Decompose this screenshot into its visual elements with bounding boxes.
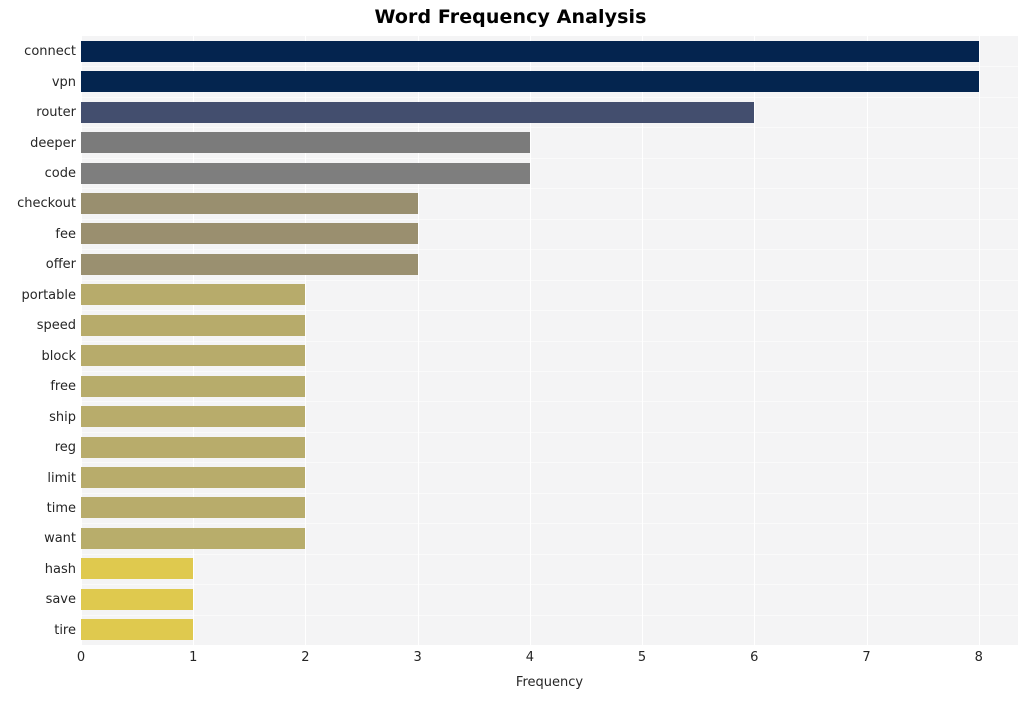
bar-want <box>81 527 306 549</box>
bar-offer <box>81 253 418 275</box>
y-tick-label-portable: portable <box>21 287 76 303</box>
bar-fee <box>81 223 418 245</box>
gridline-vertical-5 <box>642 36 644 645</box>
gridline-vertical-1 <box>193 36 195 645</box>
gridline-vertical-0 <box>81 36 82 645</box>
gridline-horizontal <box>81 66 1018 68</box>
y-tick-label-code: code <box>44 166 76 182</box>
bar-portable <box>81 284 306 306</box>
gridline-horizontal <box>81 249 1018 251</box>
x-tick-label-2: 2 <box>301 650 310 665</box>
y-tick-label-router: router <box>36 105 76 121</box>
bar-router <box>81 101 755 123</box>
gridline-horizontal <box>81 340 1018 342</box>
y-tick-label-deeper: deeper <box>30 135 76 151</box>
gridline-horizontal <box>81 431 1018 433</box>
y-tick-label-save: save <box>45 592 76 608</box>
x-tick-label-4: 4 <box>525 650 534 665</box>
gridline-horizontal <box>81 127 1018 129</box>
bar-block <box>81 345 306 367</box>
y-tick-label-fee: fee <box>55 226 76 242</box>
bar-ship <box>81 406 306 428</box>
gridline-horizontal <box>81 310 1018 312</box>
x-tick-label-0: 0 <box>76 650 86 665</box>
gridline-horizontal <box>81 584 1018 586</box>
y-tick-label-limit: limit <box>47 470 76 486</box>
bar-speed <box>81 314 306 336</box>
y-tick-label-checkout: checkout <box>17 196 76 212</box>
gridline-horizontal <box>81 553 1018 555</box>
y-tick-label-free: free <box>50 379 76 395</box>
gridline-vertical-6 <box>754 36 756 645</box>
gridline-vertical-2 <box>305 36 307 645</box>
bar-hash <box>81 558 194 580</box>
gridline-vertical-7 <box>866 36 868 645</box>
y-tick-label-offer: offer <box>45 257 76 273</box>
bar-save <box>81 588 194 610</box>
y-tick-label-ship: ship <box>49 409 76 425</box>
x-tick-label-3: 3 <box>413 650 422 665</box>
gridline-horizontal <box>81 157 1018 159</box>
y-tick-label-tire: tire <box>54 622 76 638</box>
gridline-horizontal <box>81 279 1018 281</box>
bar-vpn <box>81 71 979 93</box>
bar-limit <box>81 467 306 489</box>
gridline-horizontal <box>81 96 1018 98</box>
y-tick-label-hash: hash <box>44 561 76 577</box>
gridline-vertical-8 <box>978 36 980 645</box>
y-tick-label-time: time <box>46 500 76 516</box>
bar-code <box>81 162 530 184</box>
gridline-horizontal <box>81 492 1018 494</box>
bar-connect <box>81 40 979 62</box>
bar-tire <box>81 619 194 641</box>
gridline-horizontal <box>81 614 1018 616</box>
gridline-horizontal <box>81 462 1018 464</box>
y-tick-label-reg: reg <box>54 440 76 456</box>
gridline-vertical-3 <box>417 36 419 645</box>
y-tick-label-connect: connect <box>24 44 76 60</box>
gridline-horizontal <box>81 218 1018 220</box>
x-tick-label-5: 5 <box>637 650 647 665</box>
gridline-vertical-4 <box>529 36 531 645</box>
bar-deeper <box>81 132 530 154</box>
gridline-horizontal <box>81 188 1018 190</box>
x-axis-label: Frequency <box>515 675 584 690</box>
bar-reg <box>81 436 306 458</box>
y-tick-label-want: want <box>44 531 76 547</box>
x-tick-label-8: 8 <box>974 650 983 665</box>
bar-time <box>81 497 306 519</box>
y-tick-label-speed: speed <box>36 318 76 334</box>
x-tick-label-7: 7 <box>862 650 871 665</box>
gridline-horizontal <box>81 401 1018 403</box>
y-tick-label-block: block <box>41 348 77 364</box>
chart-title: Word Frequency Analysis <box>374 6 647 28</box>
x-tick-label-1: 1 <box>189 650 198 665</box>
bar-free <box>81 375 306 397</box>
gridline-horizontal <box>81 523 1018 525</box>
chart-figure: Word Frequency Analysis connect vpn router… <box>0 0 1021 701</box>
plot-area <box>81 36 1018 645</box>
x-tick-label-6: 6 <box>750 650 759 665</box>
bar-checkout <box>81 192 418 214</box>
gridline-horizontal <box>81 370 1018 372</box>
y-tick-label-vpn: vpn <box>51 74 76 90</box>
